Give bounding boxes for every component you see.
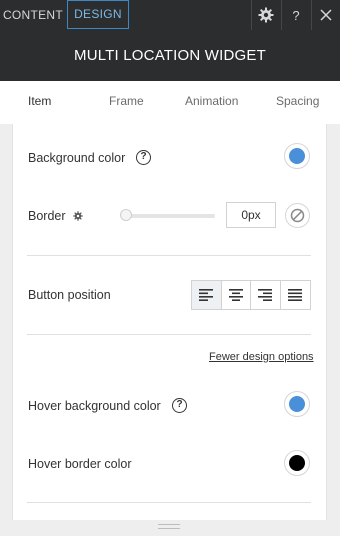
button-position-label: Button position: [28, 288, 111, 302]
top-toolbar: CONTENT DESIGN ?: [0, 0, 340, 30]
no-border-icon[interactable]: [285, 203, 310, 228]
align-left-icon: [199, 289, 214, 301]
button-position-group: [191, 280, 311, 310]
hover-background-color-swatch[interactable]: [284, 391, 310, 417]
divider: [27, 255, 311, 256]
border-label: Border: [28, 209, 66, 223]
tab-item[interactable]: Item: [28, 81, 51, 121]
divider: [27, 502, 311, 503]
tab-content[interactable]: CONTENT: [0, 0, 66, 30]
tab-frame[interactable]: Frame: [109, 81, 144, 121]
help-icon[interactable]: ?: [281, 0, 310, 30]
align-left-button[interactable]: [192, 281, 222, 309]
design-tabs: Item Frame Animation Spacing: [0, 81, 340, 124]
fewer-design-options-link[interactable]: Fewer design options: [209, 351, 314, 363]
hover-background-color-dot: [289, 396, 305, 412]
align-right-button[interactable]: [251, 281, 281, 309]
question-circle-icon[interactable]: ?: [172, 398, 187, 413]
align-center-icon: [228, 289, 243, 301]
background-color-dot: [289, 148, 305, 164]
background-color-swatch[interactable]: [284, 143, 310, 169]
tab-animation[interactable]: Animation: [185, 81, 238, 121]
border-width-input[interactable]: 0px: [226, 202, 276, 228]
background-color-label: Background color: [28, 151, 126, 165]
align-justify-icon: [288, 289, 303, 301]
hover-border-color-swatch[interactable]: [284, 450, 310, 476]
hover-border-color-dot: [289, 455, 305, 471]
align-center-button[interactable]: [221, 281, 251, 309]
divider: [27, 334, 311, 335]
active-tab-pointer: [32, 116, 50, 124]
gear-icon[interactable]: [73, 211, 83, 221]
question-circle-icon[interactable]: ?: [136, 150, 151, 165]
align-justify-button[interactable]: [280, 281, 310, 309]
resize-handle[interactable]: [158, 524, 180, 529]
page-title: MULTI LOCATION WIDGET: [0, 30, 340, 81]
hover-border-color-label: Hover border color: [28, 457, 132, 471]
tab-design[interactable]: DESIGN: [67, 0, 129, 29]
hover-background-color-label: Hover background color: [28, 399, 161, 413]
border-slider-handle[interactable]: [120, 209, 132, 221]
border-slider-track[interactable]: [123, 214, 215, 218]
settings-panel: Background color ? Border 0px Button pos…: [12, 124, 327, 520]
close-icon[interactable]: [311, 0, 340, 30]
tab-spacing[interactable]: Spacing: [276, 81, 319, 121]
align-right-icon: [258, 289, 273, 301]
gear-icon[interactable]: [251, 0, 280, 30]
